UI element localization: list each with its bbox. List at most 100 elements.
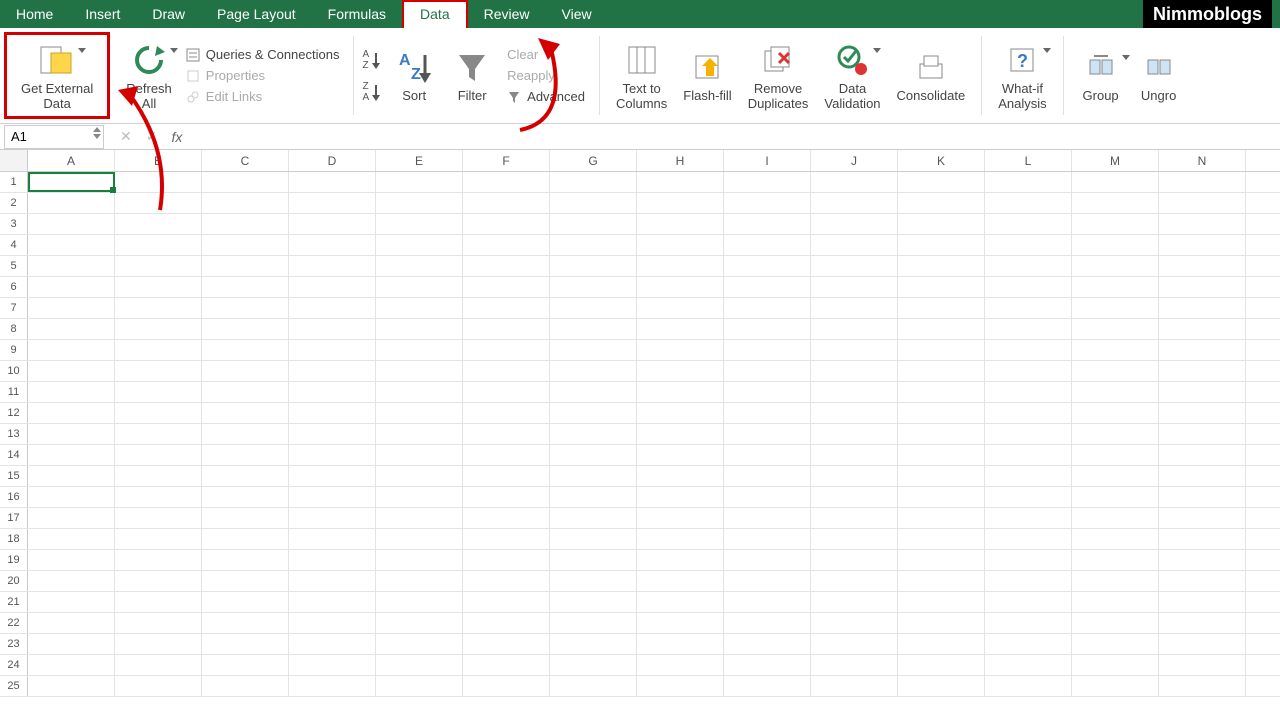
name-box-spinner[interactable] (93, 127, 101, 139)
cell[interactable] (202, 676, 289, 696)
cell[interactable] (637, 508, 724, 528)
cell[interactable] (1072, 445, 1159, 465)
cell[interactable] (898, 592, 985, 612)
cell[interactable] (376, 592, 463, 612)
cell[interactable] (637, 319, 724, 339)
cell[interactable] (637, 193, 724, 213)
cell[interactable] (202, 592, 289, 612)
cell[interactable] (115, 235, 202, 255)
column-header-A[interactable]: A (28, 150, 115, 171)
cell[interactable] (985, 445, 1072, 465)
cell[interactable] (28, 172, 115, 192)
cell[interactable] (463, 298, 550, 318)
cell[interactable] (28, 613, 115, 633)
cell[interactable] (898, 235, 985, 255)
cell[interactable] (811, 361, 898, 381)
cell[interactable] (115, 424, 202, 444)
column-header-G[interactable]: G (550, 150, 637, 171)
cell[interactable] (202, 550, 289, 570)
cell[interactable] (637, 235, 724, 255)
cell[interactable] (1159, 193, 1246, 213)
column-header-F[interactable]: F (463, 150, 550, 171)
cell[interactable] (376, 445, 463, 465)
cell[interactable] (376, 235, 463, 255)
cell[interactable] (202, 340, 289, 360)
cell[interactable] (637, 634, 724, 654)
cell[interactable] (898, 466, 985, 486)
cell[interactable] (289, 382, 376, 402)
cell[interactable] (1159, 655, 1246, 675)
cell[interactable] (724, 319, 811, 339)
cell[interactable] (550, 235, 637, 255)
cell[interactable] (289, 319, 376, 339)
cell[interactable] (811, 382, 898, 402)
cell[interactable] (1159, 634, 1246, 654)
get-external-data-button[interactable]: Get External Data (13, 38, 101, 114)
cell[interactable] (985, 634, 1072, 654)
cell[interactable] (115, 319, 202, 339)
edit-links-button[interactable]: Edit Links (186, 89, 340, 104)
cell[interactable] (724, 508, 811, 528)
sort-button[interactable]: AZ Sort (385, 45, 443, 106)
cell[interactable] (811, 634, 898, 654)
cell[interactable] (463, 319, 550, 339)
cell[interactable] (289, 172, 376, 192)
cell[interactable] (550, 508, 637, 528)
column-header-J[interactable]: J (811, 150, 898, 171)
cell[interactable] (376, 571, 463, 591)
cell[interactable] (1159, 172, 1246, 192)
cell[interactable] (28, 214, 115, 234)
row-header[interactable]: 1 (0, 172, 28, 192)
cell[interactable] (463, 277, 550, 297)
cell[interactable] (811, 466, 898, 486)
cell[interactable] (115, 256, 202, 276)
cell[interactable] (1159, 256, 1246, 276)
cell[interactable] (202, 235, 289, 255)
cell[interactable] (1072, 193, 1159, 213)
cell[interactable] (637, 550, 724, 570)
cell[interactable] (985, 361, 1072, 381)
cell[interactable] (202, 403, 289, 423)
cell[interactable] (28, 193, 115, 213)
cell[interactable] (289, 508, 376, 528)
cell[interactable] (724, 529, 811, 549)
cell[interactable] (811, 508, 898, 528)
cell[interactable] (376, 634, 463, 654)
cell[interactable] (1072, 571, 1159, 591)
cell[interactable] (1072, 256, 1159, 276)
cell[interactable] (1159, 676, 1246, 696)
cell[interactable] (376, 613, 463, 633)
cell[interactable] (28, 529, 115, 549)
cell[interactable] (898, 277, 985, 297)
cell[interactable] (1072, 529, 1159, 549)
cell[interactable] (289, 655, 376, 675)
cell[interactable] (724, 634, 811, 654)
cell[interactable] (637, 382, 724, 402)
cell[interactable] (115, 634, 202, 654)
cell[interactable] (1072, 466, 1159, 486)
cell[interactable] (550, 193, 637, 213)
cell[interactable] (985, 319, 1072, 339)
cell[interactable] (811, 445, 898, 465)
column-header-H[interactable]: H (637, 150, 724, 171)
cell[interactable] (898, 193, 985, 213)
row-header[interactable]: 3 (0, 214, 28, 234)
cell[interactable] (724, 466, 811, 486)
column-header-L[interactable]: L (985, 150, 1072, 171)
row-header[interactable]: 4 (0, 235, 28, 255)
cell[interactable] (1072, 361, 1159, 381)
cell[interactable] (550, 613, 637, 633)
cell[interactable] (1159, 340, 1246, 360)
cell[interactable] (550, 445, 637, 465)
cell[interactable] (289, 613, 376, 633)
cell[interactable] (985, 403, 1072, 423)
cell[interactable] (550, 529, 637, 549)
cell[interactable] (985, 424, 1072, 444)
cell[interactable] (811, 550, 898, 570)
cell[interactable] (376, 424, 463, 444)
cell[interactable] (550, 571, 637, 591)
cell[interactable] (550, 550, 637, 570)
cell[interactable] (376, 298, 463, 318)
cell[interactable] (550, 382, 637, 402)
cell[interactable] (1159, 361, 1246, 381)
